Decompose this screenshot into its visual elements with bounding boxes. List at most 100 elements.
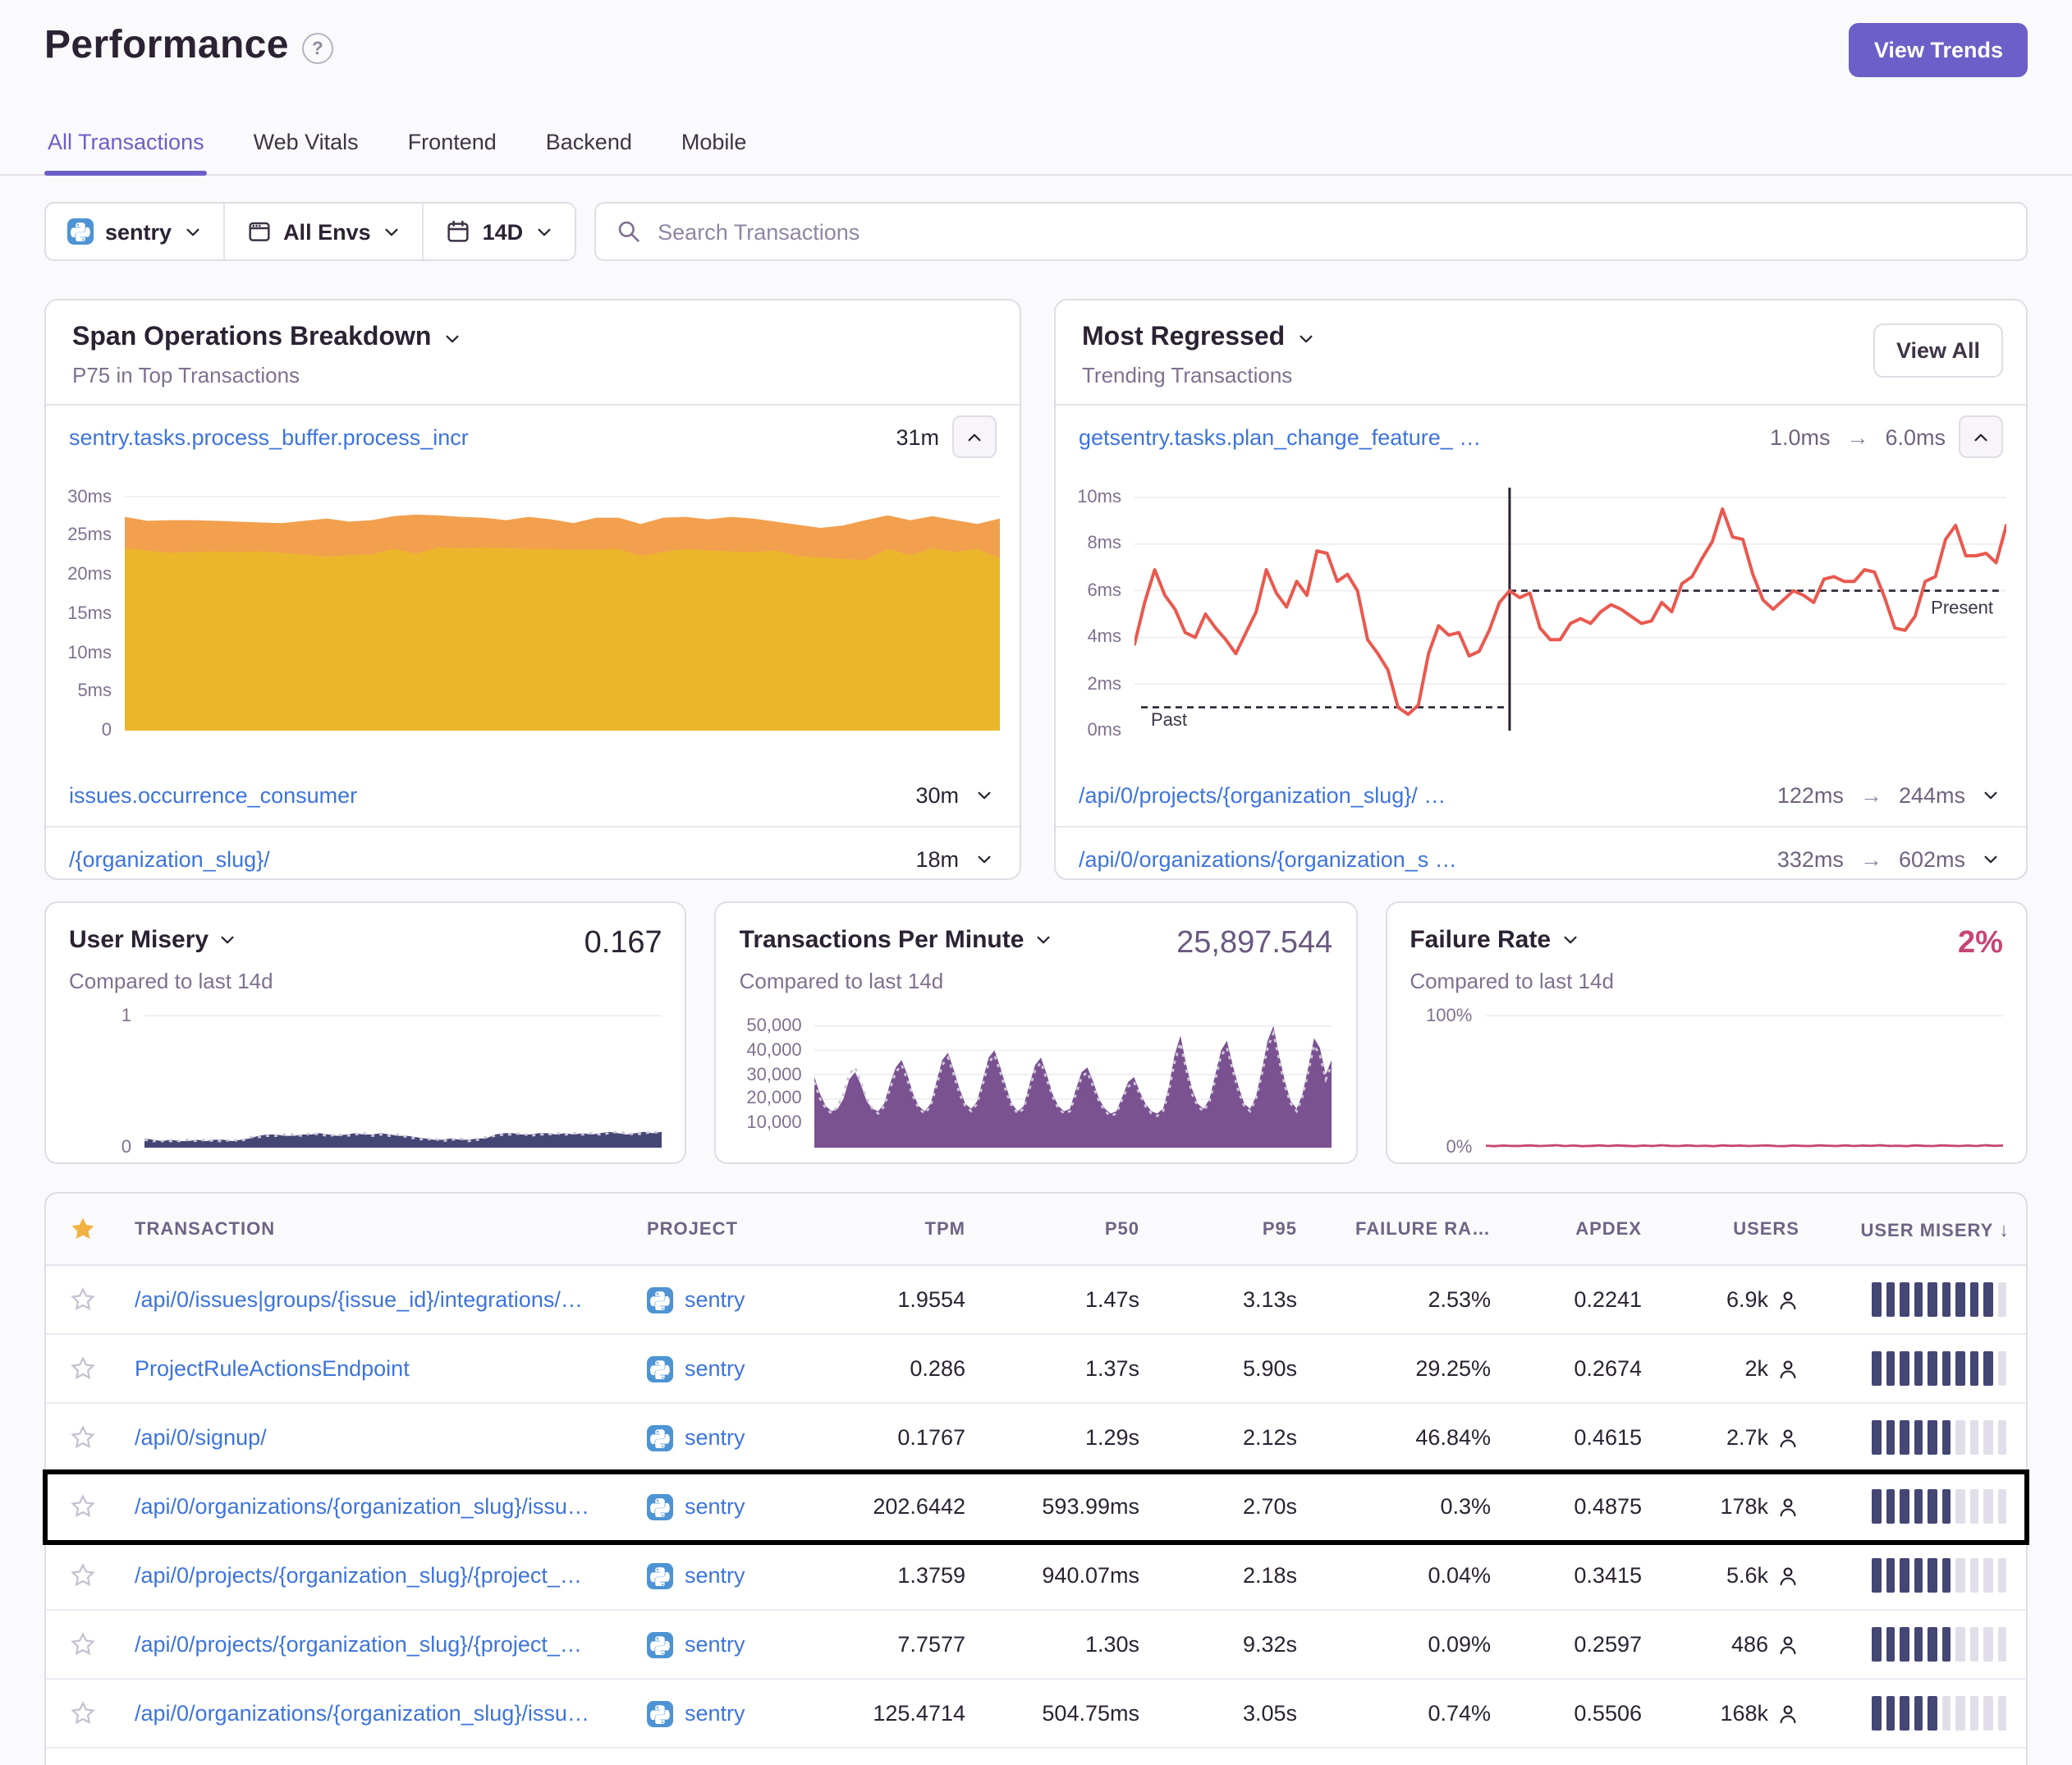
user-misery-title-dropdown[interactable]: User Misery: [69, 926, 236, 954]
tpm-title-dropdown[interactable]: Transactions Per Minute: [740, 926, 1052, 954]
p95-value: 2.18s: [1156, 1563, 1313, 1588]
star-toggle[interactable]: [46, 1355, 118, 1382]
users-value: 2k: [1658, 1356, 1816, 1381]
regressed-row: /api/0/projects/{organization_slug}/ … 1…: [1056, 763, 2026, 826]
span-op-link[interactable]: /{organization_slug}/: [69, 846, 902, 871]
view-trends-button[interactable]: View Trends: [1850, 23, 2028, 77]
project-link[interactable]: sentry: [685, 1494, 745, 1519]
y-axis-labels: 10ms8ms6ms4ms2ms0ms: [1056, 481, 1135, 731]
project-link[interactable]: sentry: [685, 1632, 745, 1657]
failure-rate-title-dropdown[interactable]: Failure Rate: [1410, 926, 1579, 954]
column-header-transaction[interactable]: TRANSACTION: [118, 1219, 630, 1239]
transaction-link[interactable]: /api/0/organizations/{organization_slug}…: [135, 1494, 589, 1519]
star-outline-icon: [68, 1355, 96, 1382]
chevron-down-icon: [1034, 931, 1052, 949]
span-ops-chart: 30ms25ms20ms15ms10ms5ms0: [46, 481, 1000, 731]
star-outline-icon: [68, 1286, 96, 1313]
apdex-value: 0.2597: [1507, 1632, 1658, 1657]
column-header-p50[interactable]: P50: [982, 1219, 1156, 1239]
expand-button[interactable]: [1978, 782, 2003, 807]
project-filter[interactable]: sentry: [46, 204, 222, 259]
regressed-transaction-link[interactable]: /api/0/organizations/{organization_s …: [1079, 846, 1764, 871]
star-toggle[interactable]: [46, 1286, 118, 1313]
transaction-link[interactable]: /api/0/issues|groups/{issue_id}/integrat…: [135, 1287, 583, 1312]
span-op-link[interactable]: sentry.tasks.process_buffer.process_incr: [69, 424, 882, 449]
tab-all-transactions[interactable]: All Transactions: [44, 120, 208, 174]
view-all-button[interactable]: View All: [1873, 323, 2003, 378]
transaction-link[interactable]: /api/0/signup/: [135, 1425, 267, 1450]
star-toggle[interactable]: [46, 1561, 118, 1589]
span-ops-subtitle: P75 in Top Transactions: [72, 363, 993, 387]
table-row: /api/0/issues|groups/{issue_id}/integrat…: [46, 1266, 2026, 1335]
project-link[interactable]: sentry: [685, 1425, 745, 1450]
p95-value: 2.70s: [1156, 1494, 1313, 1519]
transaction-link[interactable]: /api/0/projects/{organization_slug}/{pro…: [135, 1563, 582, 1588]
span-op-value: 18m: [915, 846, 959, 871]
y-axis-labels: 10: [69, 1006, 144, 1148]
tpm-value: 7.7577: [824, 1632, 982, 1657]
user-icon: [1776, 1357, 1799, 1380]
most-regressed-panel: Most Regressed Trending Transactions Vie…: [1054, 299, 2028, 880]
table-row: [46, 1749, 2026, 1765]
project-link[interactable]: sentry: [685, 1356, 745, 1381]
expand-button[interactable]: [1978, 846, 2003, 871]
star-toggle[interactable]: [46, 1423, 118, 1451]
span-op-link[interactable]: issues.occurrence_consumer: [69, 782, 902, 807]
failure-rate-value: 0.74%: [1313, 1701, 1507, 1726]
collapse-button[interactable]: [952, 415, 997, 458]
tpm-panel: Transactions Per Minute 25,897.544 Compa…: [715, 901, 1358, 1164]
failure-rate-value: 0.3%: [1313, 1494, 1507, 1519]
search-input[interactable]: [654, 218, 2006, 245]
tab-mobile[interactable]: Mobile: [678, 120, 750, 174]
tab-frontend[interactable]: Frontend: [405, 120, 500, 174]
star-column-header[interactable]: [46, 1215, 118, 1243]
regressed-transaction-link[interactable]: /api/0/projects/{organization_slug}/ …: [1079, 782, 1764, 807]
python-project-icon: [647, 1700, 673, 1726]
users-value: 5.6k: [1658, 1563, 1816, 1588]
column-header-project[interactable]: PROJECT: [630, 1219, 824, 1239]
svg-text:Present: Present: [1931, 598, 1993, 618]
date-range-filter[interactable]: 14D: [422, 204, 575, 259]
chevron-down-icon: [534, 222, 552, 241]
transaction-link[interactable]: /api/0/organizations/{organization_slug}…: [135, 1701, 589, 1726]
help-icon[interactable]: ?: [302, 33, 333, 64]
most-regressed-title-dropdown[interactable]: Most Regressed: [1082, 323, 2000, 353]
user-misery-header-label: USER MISERY: [1861, 1221, 1993, 1240]
project-link[interactable]: sentry: [685, 1287, 745, 1312]
failure-rate-value: 0.04%: [1313, 1563, 1507, 1588]
star-toggle[interactable]: [46, 1630, 118, 1658]
column-header-users[interactable]: USERS: [1658, 1219, 1816, 1239]
regressed-transaction-link[interactable]: getsentry.tasks.plan_change_feature_ …: [1079, 424, 1757, 449]
column-header-user-misery[interactable]: USER MISERY ↓: [1816, 1217, 2026, 1240]
expand-button[interactable]: [972, 846, 997, 871]
star-toggle[interactable]: [46, 1492, 118, 1520]
python-project-icon: [647, 1286, 673, 1313]
span-ops-title-dropdown[interactable]: Span Operations Breakdown: [72, 323, 993, 353]
tab-web-vitals[interactable]: Web Vitals: [250, 120, 362, 174]
column-header-failure-rate[interactable]: FAILURE RA…: [1313, 1219, 1507, 1239]
tab-backend[interactable]: Backend: [543, 120, 635, 174]
python-project-icon: [647, 1631, 673, 1657]
span-ops-area-chart: [125, 481, 1000, 731]
y-axis-labels: 30ms25ms20ms15ms10ms5ms0: [46, 481, 125, 731]
column-header-apdex[interactable]: APDEX: [1507, 1219, 1658, 1239]
y-axis-labels: 50,00040,00030,00020,00010,000: [740, 1006, 815, 1148]
star-toggle[interactable]: [46, 1699, 118, 1727]
project-link[interactable]: sentry: [685, 1701, 745, 1726]
p50-value: 1.29s: [982, 1425, 1156, 1450]
tpm-subtitle: Compared to last 14d: [740, 969, 1333, 993]
collapse-button[interactable]: [1959, 415, 2003, 458]
transaction-link[interactable]: /api/0/projects/{organization_slug}/{pro…: [135, 1632, 582, 1657]
user-misery-bars: [1816, 1558, 2026, 1593]
transaction-link[interactable]: ProjectRuleActionsEndpoint: [135, 1356, 410, 1381]
user-misery-bars: [1816, 1489, 2026, 1524]
user-misery-bars: [1816, 1696, 2026, 1731]
apdex-value: 0.2674: [1507, 1356, 1658, 1381]
environment-filter-label: All Envs: [283, 219, 371, 244]
column-header-p95[interactable]: P95: [1156, 1219, 1313, 1239]
regression-to: 244ms: [1899, 782, 1965, 807]
environment-filter[interactable]: All Envs: [222, 204, 422, 259]
column-header-tpm[interactable]: TPM: [824, 1219, 982, 1239]
project-link[interactable]: sentry: [685, 1563, 745, 1588]
expand-button[interactable]: [972, 782, 997, 807]
